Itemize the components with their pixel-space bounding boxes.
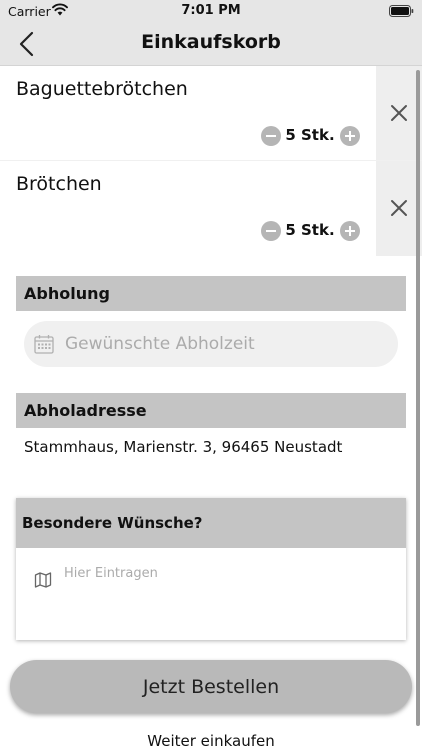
pickup-time-placeholder: Gewünschte Abholzeit [65,334,255,354]
page-title: Einkaufskorb [141,31,281,53]
address-section-header: Abholadresse [16,393,406,428]
decrease-quantity-button[interactable] [261,221,281,241]
battery-icon [389,5,414,17]
special-wishes-title: Besondere Wünsche? [22,514,203,532]
order-now-button[interactable]: Jetzt Bestellen [10,660,412,713]
special-wishes-input[interactable] [64,566,394,626]
special-wishes-card: Besondere Wünsche? [16,498,406,640]
status-time: 7:01 PM [181,3,241,18]
status-bar: Carrier 7:01 PM [0,0,422,22]
address-section-title: Abholadresse [24,401,147,420]
scroll-indicator[interactable] [416,70,420,726]
decrease-quantity-button[interactable] [261,126,281,146]
cart-item-quantity: 5 Stk. [285,221,335,239]
navigation-bar: Einkaufskorb [0,22,422,66]
increase-quantity-button[interactable] [340,221,360,241]
close-icon [391,200,407,216]
map-icon [34,572,52,588]
increase-quantity-button[interactable] [340,126,360,146]
calendar-icon [34,335,54,354]
cart-item-name: Brötchen [16,173,102,195]
continue-shopping-link[interactable]: Weiter einkaufen [0,732,422,750]
special-wishes-header: Besondere Wünsche? [16,498,406,548]
pickup-time-field[interactable]: Gewünschte Abholzeit [24,321,398,367]
cart-item: Brötchen 5 Stk. [0,160,422,256]
pickup-section-title: Abholung [24,284,110,303]
cart-item: Baguettebrötchen 5 Stk. [0,66,422,161]
close-icon [391,105,407,121]
cart-item-name: Baguettebrötchen [16,78,188,100]
cart-item-quantity: 5 Stk. [285,126,335,144]
pickup-section-header: Abholung [16,276,406,311]
pickup-address: Stammhaus, Marienstr. 3, 96465 Neustadt [24,438,343,456]
